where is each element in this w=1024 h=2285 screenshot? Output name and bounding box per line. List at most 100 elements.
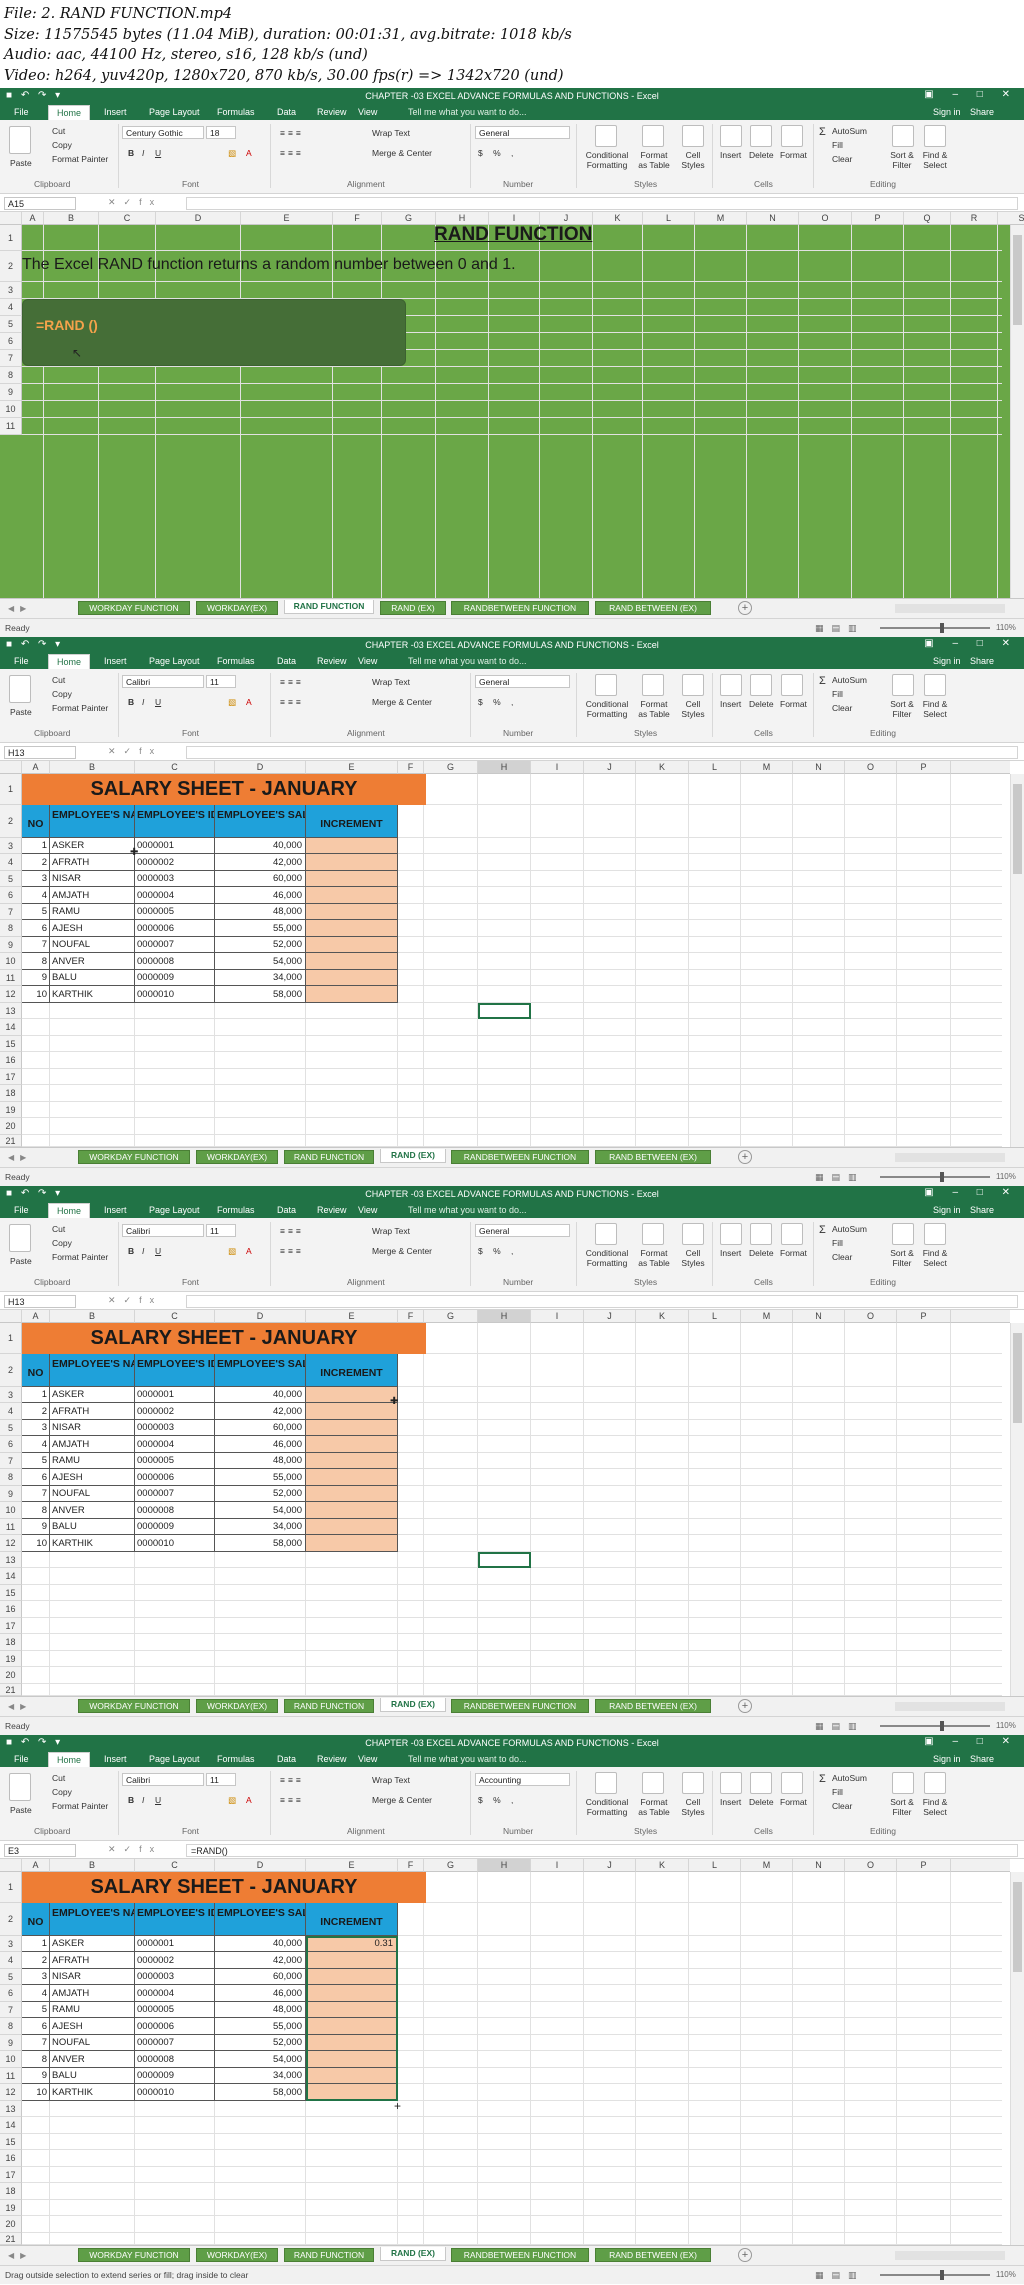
tab-review[interactable]: Review xyxy=(317,1754,347,1764)
format-as-table-button[interactable]: Format as Table xyxy=(636,1248,672,1268)
scroll-thumb[interactable] xyxy=(1013,235,1022,325)
format-as-table-icon[interactable] xyxy=(642,1772,664,1794)
wrap-text-button[interactable]: Wrap Text xyxy=(372,128,410,138)
number-buttons[interactable]: $ % , xyxy=(478,1795,517,1805)
formula-bar-buttons[interactable]: ✕✓fx xyxy=(108,1295,162,1306)
fill-color-icon[interactable]: ▧ xyxy=(228,148,236,159)
row-header-9[interactable]: 9 xyxy=(0,937,22,953)
cell-id[interactable]: 0000008 xyxy=(135,953,215,970)
cell-no[interactable]: 1 xyxy=(22,1936,50,1952)
column-header-j[interactable]: J xyxy=(584,1310,636,1323)
column-header-a[interactable]: A xyxy=(22,212,44,225)
sign-in-link[interactable]: Sign in xyxy=(933,1754,961,1764)
cell-no[interactable]: 6 xyxy=(22,920,50,937)
tab-insert[interactable]: Insert xyxy=(104,107,127,117)
share-button[interactable]: Share xyxy=(970,1754,994,1764)
cell-name[interactable]: AJESH xyxy=(50,920,135,937)
font-size-dropdown[interactable]: 18 xyxy=(206,126,236,139)
cell-increment[interactable] xyxy=(306,1535,398,1552)
tab-data[interactable]: Data xyxy=(277,1754,296,1764)
format-as-table-icon[interactable] xyxy=(642,1223,664,1245)
format-cells-icon[interactable] xyxy=(781,1223,803,1245)
tab-review[interactable]: Review xyxy=(317,1205,347,1215)
tab-file[interactable]: File xyxy=(14,107,29,117)
align-top-icon[interactable]: ≡≡≡ xyxy=(280,1226,304,1236)
zoom-slider[interactable] xyxy=(880,1176,990,1178)
merge-center-button[interactable]: Merge & Center xyxy=(372,1795,432,1805)
column-header-c[interactable]: C xyxy=(135,761,215,774)
find-select-button[interactable]: Find & Select xyxy=(918,699,952,719)
cell-name[interactable]: KARTHIK xyxy=(50,1535,135,1552)
column-header-g[interactable]: G xyxy=(424,1859,478,1872)
column-header-f[interactable]: F xyxy=(398,1310,424,1323)
horizontal-scrollbar[interactable] xyxy=(895,1153,1005,1162)
cut-button[interactable]: Cut xyxy=(52,1773,65,1783)
column-header-n[interactable]: N xyxy=(793,1310,845,1323)
clear-button[interactable]: Clear xyxy=(832,703,852,713)
scroll-thumb[interactable] xyxy=(1013,1882,1022,1972)
format-cells-button[interactable]: Format xyxy=(780,1797,807,1807)
autosum-button[interactable]: AutoSum xyxy=(832,126,867,136)
wrap-text-button[interactable]: Wrap Text xyxy=(372,1775,410,1785)
row-header-7[interactable]: 7 xyxy=(0,350,22,367)
column-header-b[interactable]: B xyxy=(44,212,99,225)
row-header-3[interactable]: 3 xyxy=(0,1387,22,1403)
cell-salary[interactable]: 46,000 xyxy=(215,1985,306,2002)
cell-salary[interactable]: 52,000 xyxy=(215,1486,306,1502)
cell-salary[interactable]: 60,000 xyxy=(215,1969,306,1985)
name-box[interactable]: A15 xyxy=(4,197,76,210)
merge-center-button[interactable]: Merge & Center xyxy=(372,148,432,158)
cell-id[interactable]: 0000009 xyxy=(135,2068,215,2084)
cell-name[interactable]: AMJATH xyxy=(50,887,135,904)
name-box[interactable]: E3 xyxy=(4,1844,76,1857)
cell-salary[interactable]: 54,000 xyxy=(215,1502,306,1519)
row-header-5[interactable]: 5 xyxy=(0,871,22,887)
delete-cells-icon[interactable] xyxy=(750,1223,772,1245)
align-left-icon[interactable]: ≡≡≡ xyxy=(280,1246,304,1256)
cell-salary[interactable]: 55,000 xyxy=(215,920,306,937)
cell-styles-button[interactable]: Cell Styles xyxy=(678,150,708,170)
sheet-tab-rand-between-ex[interactable]: RAND BETWEEN (EX) xyxy=(595,1699,711,1713)
autosum-button[interactable]: AutoSum xyxy=(832,1773,867,1783)
conditional-formatting-icon[interactable] xyxy=(595,674,617,696)
cell-no[interactable]: 7 xyxy=(22,937,50,953)
fill-color-icon[interactable]: ▧ xyxy=(228,697,236,708)
number-format-dropdown[interactable]: General xyxy=(475,1224,570,1237)
column-header-g[interactable]: G xyxy=(424,761,478,774)
row-header-2[interactable]: 2 xyxy=(0,1903,22,1936)
find-select-icon[interactable] xyxy=(924,125,946,147)
wrap-text-button[interactable]: Wrap Text xyxy=(372,1226,410,1236)
row-header-21[interactable]: 21 xyxy=(0,1135,22,1147)
row-header-21[interactable]: 21 xyxy=(0,1684,22,1696)
zoom-slider[interactable] xyxy=(880,2274,990,2276)
fill-button[interactable]: Fill xyxy=(832,140,843,150)
sort-filter-button[interactable]: Sort & Filter xyxy=(886,699,918,719)
column-header-g[interactable]: G xyxy=(382,212,436,225)
cell-name[interactable]: NOUFAL xyxy=(50,2035,135,2051)
row-header-6[interactable]: 6 xyxy=(0,1436,22,1453)
delete-cells-button[interactable]: Delete xyxy=(749,699,774,709)
cell-id[interactable]: 0000002 xyxy=(135,1952,215,1969)
underline-button[interactable]: U xyxy=(155,1246,161,1256)
autosum-icon[interactable]: Σ xyxy=(819,126,826,138)
row-header-2[interactable]: 2 xyxy=(0,805,22,838)
row-header-8[interactable]: 8 xyxy=(0,2018,22,2035)
cell-salary[interactable]: 58,000 xyxy=(215,986,306,1003)
format-painter-button[interactable]: Format Painter xyxy=(52,703,108,713)
view-buttons[interactable]: ▦▤▥ xyxy=(815,1721,865,1732)
cell-name[interactable]: RAMU xyxy=(50,1453,135,1469)
zoom-slider[interactable] xyxy=(880,627,990,629)
conditional-formatting-button[interactable]: Conditional Formatting xyxy=(582,699,632,719)
font-color-icon[interactable]: A xyxy=(246,1795,252,1805)
underline-button[interactable]: U xyxy=(155,1795,161,1805)
find-select-icon[interactable] xyxy=(924,674,946,696)
column-header-a[interactable]: A xyxy=(22,1310,50,1323)
cell-no[interactable]: 9 xyxy=(22,1519,50,1535)
cell-id[interactable]: 0000005 xyxy=(135,2002,215,2018)
cell-salary[interactable]: 48,000 xyxy=(215,904,306,920)
cell-name[interactable]: ANVER xyxy=(50,1502,135,1519)
zoom-slider[interactable] xyxy=(880,1725,990,1727)
conditional-formatting-button[interactable]: Conditional Formatting xyxy=(582,1248,632,1268)
column-header-l[interactable]: L xyxy=(643,212,695,225)
sheet-tab-rand-ex[interactable]: RAND (EX) xyxy=(380,1698,446,1712)
